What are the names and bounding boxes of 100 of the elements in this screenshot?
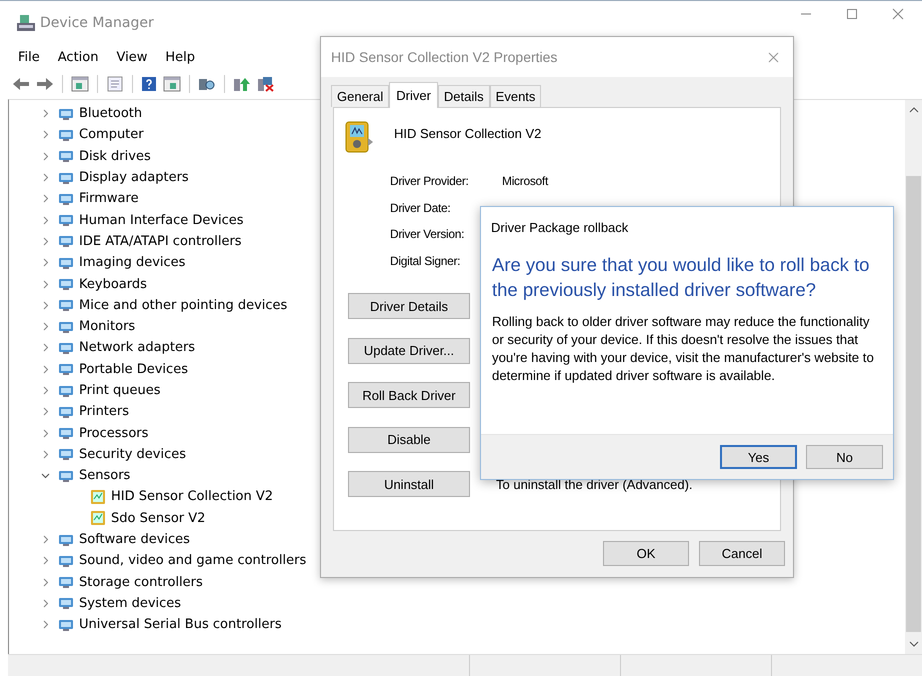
- expand-icon[interactable]: [41, 216, 50, 225]
- tree-item[interactable]: Printers: [79, 404, 130, 420]
- expand-icon[interactable]: [41, 535, 50, 544]
- dialog-button[interactable]: Yes: [720, 445, 797, 469]
- expand-icon[interactable]: [41, 322, 50, 332]
- device-icon: [58, 234, 74, 248]
- tree-item[interactable]: Processors: [79, 426, 148, 441]
- tree-item[interactable]: Portable Devices: [79, 362, 188, 377]
- expand-icon[interactable]: [41, 280, 50, 289]
- action-button[interactable]: Driver Details: [348, 293, 470, 320]
- field-label: Driver Date:: [390, 200, 452, 215]
- expand-icon[interactable]: [41, 300, 50, 310]
- tab[interactable]: General: [331, 85, 390, 107]
- action-button[interactable]: Roll Back Driver: [348, 382, 470, 408]
- remove-device-icon[interactable]: [257, 76, 275, 92]
- expand-icon[interactable]: [41, 258, 50, 268]
- device-icon: [58, 106, 74, 121]
- menu-item[interactable]: Help: [165, 50, 195, 64]
- collapse-icon[interactable]: [41, 471, 50, 480]
- expand-icon[interactable]: [41, 620, 50, 630]
- tree-item[interactable]: Sensors: [79, 468, 130, 484]
- update-driver-icon[interactable]: [233, 76, 251, 92]
- window-pane-icon[interactable]: [71, 76, 89, 92]
- scroll-up-icon[interactable]: [908, 106, 918, 114]
- dialog-button[interactable]: Cancel: [699, 541, 785, 566]
- tree-item[interactable]: Sdo Sensor V2: [111, 510, 206, 526]
- expand-icon[interactable]: [41, 236, 50, 246]
- tree-item[interactable]: Print queues: [79, 383, 161, 398]
- device-icon: [58, 532, 74, 547]
- device-icon: [58, 554, 74, 568]
- tree-item[interactable]: Display adapters: [79, 170, 189, 186]
- tree-item[interactable]: Software devices: [79, 532, 190, 548]
- expand-icon[interactable]: [41, 109, 50, 118]
- dialog-heading: Are you sure that you would like to roll back to the previously installed driver software?: [491, 253, 870, 302]
- tab[interactable]: Details: [438, 85, 490, 107]
- tree-item[interactable]: Network adapters: [79, 340, 196, 356]
- action-button[interactable]: Uninstall: [348, 471, 470, 498]
- forward-arrow-icon[interactable]: [36, 77, 54, 91]
- expand-icon[interactable]: [41, 173, 50, 182]
- dialog-button[interactable]: No: [806, 445, 883, 469]
- device-icon: [58, 618, 74, 632]
- device-icon: [58, 575, 74, 590]
- menu-item[interactable]: View: [116, 50, 148, 64]
- scrollbar[interactable]: [905, 100, 922, 654]
- device-icon: [58, 340, 74, 355]
- close-icon[interactable]: [768, 52, 779, 62]
- tree-item[interactable]: Sound, video and game controllers: [79, 553, 306, 568]
- menu-item[interactable]: File: [18, 50, 40, 64]
- tree-item[interactable]: System devices: [79, 596, 182, 611]
- field-value: Microsoft: [502, 174, 548, 188]
- expand-icon[interactable]: [41, 556, 50, 566]
- tree-item[interactable]: HID Sensor Collection V2: [111, 489, 274, 504]
- properties-icon[interactable]: [106, 76, 124, 92]
- tree-item[interactable]: Universal Serial Bus controllers: [79, 617, 282, 632]
- tab[interactable]: Events: [490, 85, 542, 107]
- expand-icon[interactable]: [41, 450, 50, 459]
- expand-icon[interactable]: [41, 578, 50, 587]
- tree-item[interactable]: Computer: [79, 127, 144, 142]
- device-icon: [58, 192, 74, 206]
- tree-item[interactable]: Human Interface Devices: [79, 212, 244, 228]
- tree-item[interactable]: Firmware: [79, 191, 139, 206]
- tree-item[interactable]: Disk drives: [79, 148, 151, 164]
- back-arrow-icon[interactable]: [12, 77, 30, 91]
- scroll-thumb[interactable]: [906, 176, 921, 632]
- device-icon: [58, 149, 74, 164]
- device-name: HID Sensor Collection V2: [394, 126, 542, 141]
- tree-item[interactable]: Storage controllers: [79, 574, 203, 590]
- tree-item[interactable]: Mice and other pointing devices: [79, 298, 288, 313]
- dialog-title: Driver Package rollback: [490, 219, 630, 235]
- tree-item[interactable]: Security devices: [79, 446, 186, 462]
- expand-icon[interactable]: [41, 152, 50, 161]
- window-pane-icon[interactable]: [163, 76, 181, 92]
- expand-icon[interactable]: [41, 130, 50, 140]
- device-icon: [58, 362, 74, 376]
- expand-icon[interactable]: [41, 194, 50, 204]
- action-button[interactable]: Update Driver...: [348, 338, 470, 364]
- menu-item[interactable]: Action: [58, 50, 98, 64]
- dialog-button[interactable]: OK: [603, 541, 689, 566]
- tree-item[interactable]: Keyboards: [79, 276, 147, 292]
- expand-icon[interactable]: [41, 386, 50, 395]
- device-icon: [58, 298, 74, 312]
- tree-item[interactable]: Monitors: [79, 319, 136, 334]
- expand-icon[interactable]: [41, 364, 50, 374]
- device-icon: [58, 277, 74, 292]
- tree-item[interactable]: Bluetooth: [79, 106, 142, 122]
- expand-icon[interactable]: [41, 598, 50, 608]
- action-button[interactable]: Disable: [348, 426, 470, 453]
- device-icon: [58, 404, 74, 419]
- tree-item[interactable]: Imaging devices: [79, 255, 186, 270]
- maximize-icon[interactable]: [846, 8, 858, 20]
- expand-icon[interactable]: [41, 407, 50, 416]
- scroll-down-icon[interactable]: [908, 640, 918, 648]
- help-icon[interactable]: [141, 76, 157, 92]
- tab[interactable]: Driver: [389, 82, 438, 108]
- device-icon: [58, 468, 74, 483]
- device-icon: [58, 128, 74, 142]
- close-icon[interactable]: [892, 8, 904, 20]
- expand-icon[interactable]: [41, 343, 50, 352]
- tree-item[interactable]: IDE ATA/ATAPI controllers: [79, 234, 242, 249]
- expand-icon[interactable]: [41, 428, 50, 438]
